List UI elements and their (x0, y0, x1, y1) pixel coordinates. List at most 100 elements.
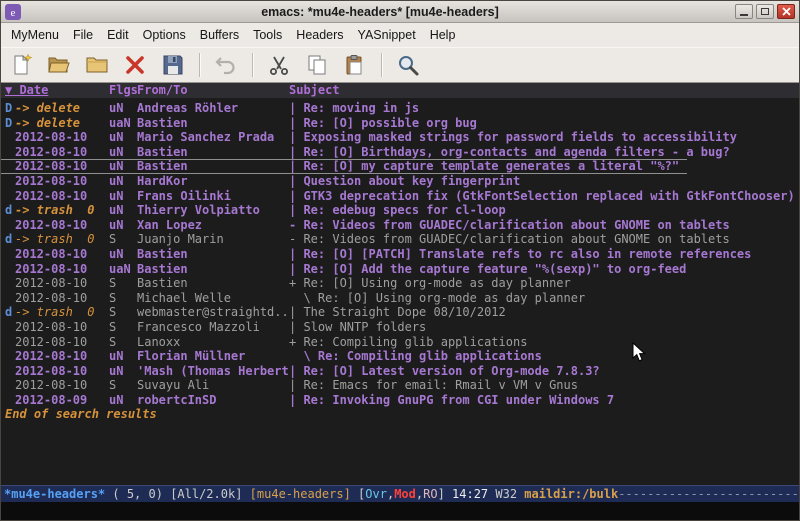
message-row[interactable]: 2012-08-10SSuvayu Ali| Re: Emacs for ema… (1, 378, 799, 393)
message-row[interactable]: 2012-08-10SLanoxx+ Re: Compiling glib ap… (1, 335, 799, 350)
message-flags: uN (109, 393, 137, 408)
message-row[interactable]: D-> deleteuaNBastien| Re: [O] possible o… (1, 116, 799, 131)
column-header-date[interactable]: ▼ Date (5, 83, 109, 98)
message-row[interactable]: 2012-08-10uNBastien| Re: [O] my capture … (1, 159, 687, 174)
message-flags: S (109, 335, 137, 350)
menu-item-buffers[interactable]: Buffers (193, 24, 246, 46)
message-subject: | Re: [O] Latest version of Org-mode 7.8… (289, 364, 799, 379)
echo-area[interactable] (1, 502, 799, 520)
message-date: -> trash 0 (15, 232, 109, 247)
emacs-window: e emacs: *mu4e-headers* [mu4e-headers] M… (0, 0, 800, 521)
message-row[interactable]: 2012-08-10uNFlorian Müllner \ Re: Compil… (1, 349, 799, 364)
message-subject: | Re: [O] Birthdays, org-contacts and ag… (289, 145, 799, 160)
message-row[interactable]: d-> trash 0uNThierry Volpiatto| Re: edeb… (1, 203, 799, 218)
paste-button[interactable] (339, 50, 371, 80)
message-flags: S (109, 320, 137, 335)
modeline-mod: Mod (394, 487, 416, 501)
menu-item-help[interactable]: Help (423, 24, 463, 46)
message-row[interactable]: 2012-08-10uNBastien| Re: [O] Birthdays, … (1, 145, 799, 160)
message-date: 2012-08-10 (15, 364, 109, 379)
toolbar (1, 47, 799, 83)
message-row[interactable]: 2012-08-10SFrancesco Mazzoli| Slow NNTP … (1, 320, 799, 335)
menu-item-mymenu[interactable]: MyMenu (4, 24, 66, 46)
message-from: Lanoxx (137, 335, 289, 350)
message-flags: uN (109, 189, 137, 204)
close-button[interactable] (777, 4, 795, 19)
message-subject: | Re: [O] [PATCH] Translate refs to rc a… (289, 247, 799, 262)
message-row[interactable]: 2012-08-10uNMario Sanchez Prada| Exposin… (1, 130, 799, 145)
column-header-from[interactable]: From/To (137, 83, 289, 98)
modeline-time: 14:27 (452, 487, 488, 501)
message-flags: S (109, 378, 137, 393)
isearch-icon (396, 53, 420, 77)
message-subject: | Re: [O] my capture template generates … (289, 160, 679, 173)
message-flags: uN (109, 349, 137, 364)
cut-button[interactable] (263, 50, 295, 80)
headers-list: D-> deleteuNAndreas Röhler| Re: moving i… (1, 98, 799, 407)
message-mark (5, 320, 15, 335)
message-mark (5, 145, 15, 160)
isearch-button[interactable] (392, 50, 424, 80)
emacs-app-icon: e (5, 4, 21, 20)
message-date: 2012-08-10 (15, 320, 109, 335)
message-mark (5, 174, 15, 189)
open-file-icon (47, 53, 71, 77)
minimize-button[interactable] (735, 4, 753, 19)
cut-icon (267, 53, 291, 77)
menu-item-edit[interactable]: Edit (100, 24, 136, 46)
column-header-flags[interactable]: Flgs (109, 83, 137, 98)
mode-line[interactable]: *mu4e-headers* ( 5, 0) [All/2.0k] [mu4e-… (1, 485, 799, 502)
message-subject: | Slow NNTP folders (289, 320, 799, 335)
menu-item-yasnippet[interactable]: YASnippet (351, 24, 423, 46)
modeline-maildir: maildir:/bulk (524, 487, 618, 501)
message-subject: | Re: edebug specs for cl-loop (289, 203, 799, 218)
message-row[interactable]: 2012-08-10SBastien+ Re: [O] Using org-mo… (1, 276, 799, 291)
save-buffer-icon (161, 53, 185, 77)
menu-item-tools[interactable]: Tools (246, 24, 289, 46)
message-date: -> trash 0 (15, 203, 109, 218)
message-row[interactable]: 2012-08-09uNrobertcInSD| Re: Invoking Gn… (1, 393, 799, 408)
message-flags: S (109, 232, 137, 247)
message-row[interactable]: 2012-08-10SMichael Welle \ Re: [O] Using… (1, 291, 799, 306)
message-date: -> trash 0 (15, 305, 109, 320)
dired-button[interactable] (81, 50, 113, 80)
message-row[interactable]: 2012-08-10uNBastien| Re: [O] [PATCH] Tra… (1, 247, 799, 262)
message-row[interactable]: 2012-08-10uNXan Lopez- Re: Videos from G… (1, 218, 799, 233)
menu-item-options[interactable]: Options (136, 24, 193, 46)
message-subject: | Re: moving in js (289, 101, 799, 116)
message-flags: uN (109, 218, 137, 233)
copy-button[interactable] (301, 50, 333, 80)
message-row[interactable]: d-> trash 0SJuanjo Marin- Re: Videos fro… (1, 232, 799, 247)
maximize-button[interactable] (756, 4, 774, 19)
message-row[interactable]: 2012-08-10uNFrans Oilinki| GTK3 deprecat… (1, 189, 799, 204)
kill-buffer-icon (123, 53, 147, 77)
message-row[interactable]: d-> trash 0Swebmaster@straightd...| The … (1, 305, 799, 320)
message-from: webmaster@straightd... (137, 305, 289, 320)
message-from: Michael Welle (137, 291, 289, 306)
message-from: Bastien (137, 160, 289, 173)
menu-item-headers[interactable]: Headers (289, 24, 350, 46)
modeline-ro: RO (423, 487, 437, 501)
message-date: 2012-08-10 (15, 335, 109, 350)
message-flags: uN (109, 364, 137, 379)
kill-buffer-button[interactable] (119, 50, 151, 80)
undo-button[interactable] (210, 50, 242, 80)
message-date: 2012-08-10 (15, 378, 109, 393)
message-from: robertcInSD (137, 393, 289, 408)
titlebar[interactable]: e emacs: *mu4e-headers* [mu4e-headers] (1, 1, 799, 23)
new-file-button[interactable] (5, 50, 37, 80)
menu-item-file[interactable]: File (66, 24, 100, 46)
message-row[interactable]: 2012-08-10uN'Mash (Thomas Herbert)| Re: … (1, 364, 799, 379)
message-row[interactable]: 2012-08-10uNHardKor| Question about key … (1, 174, 799, 189)
message-row[interactable]: D-> deleteuNAndreas Röhler| Re: moving i… (1, 101, 799, 116)
message-mark (5, 247, 15, 262)
message-flags: uN (109, 160, 137, 173)
save-buffer-button[interactable] (157, 50, 189, 80)
column-header-subject[interactable]: Subject (289, 83, 799, 98)
modeline-plain: ( 5, 0) (105, 487, 170, 501)
mu4e-headers-buffer: ▼ Date Flgs From/To Subject D-> deleteuN… (1, 83, 799, 520)
message-subject: - Re: Videos from GUADEC/clarification a… (289, 218, 799, 233)
message-date: -> delete (15, 101, 109, 116)
message-row[interactable]: 2012-08-10uaNBastien| Re: [O] Add the ca… (1, 262, 799, 277)
open-file-button[interactable] (43, 50, 75, 80)
